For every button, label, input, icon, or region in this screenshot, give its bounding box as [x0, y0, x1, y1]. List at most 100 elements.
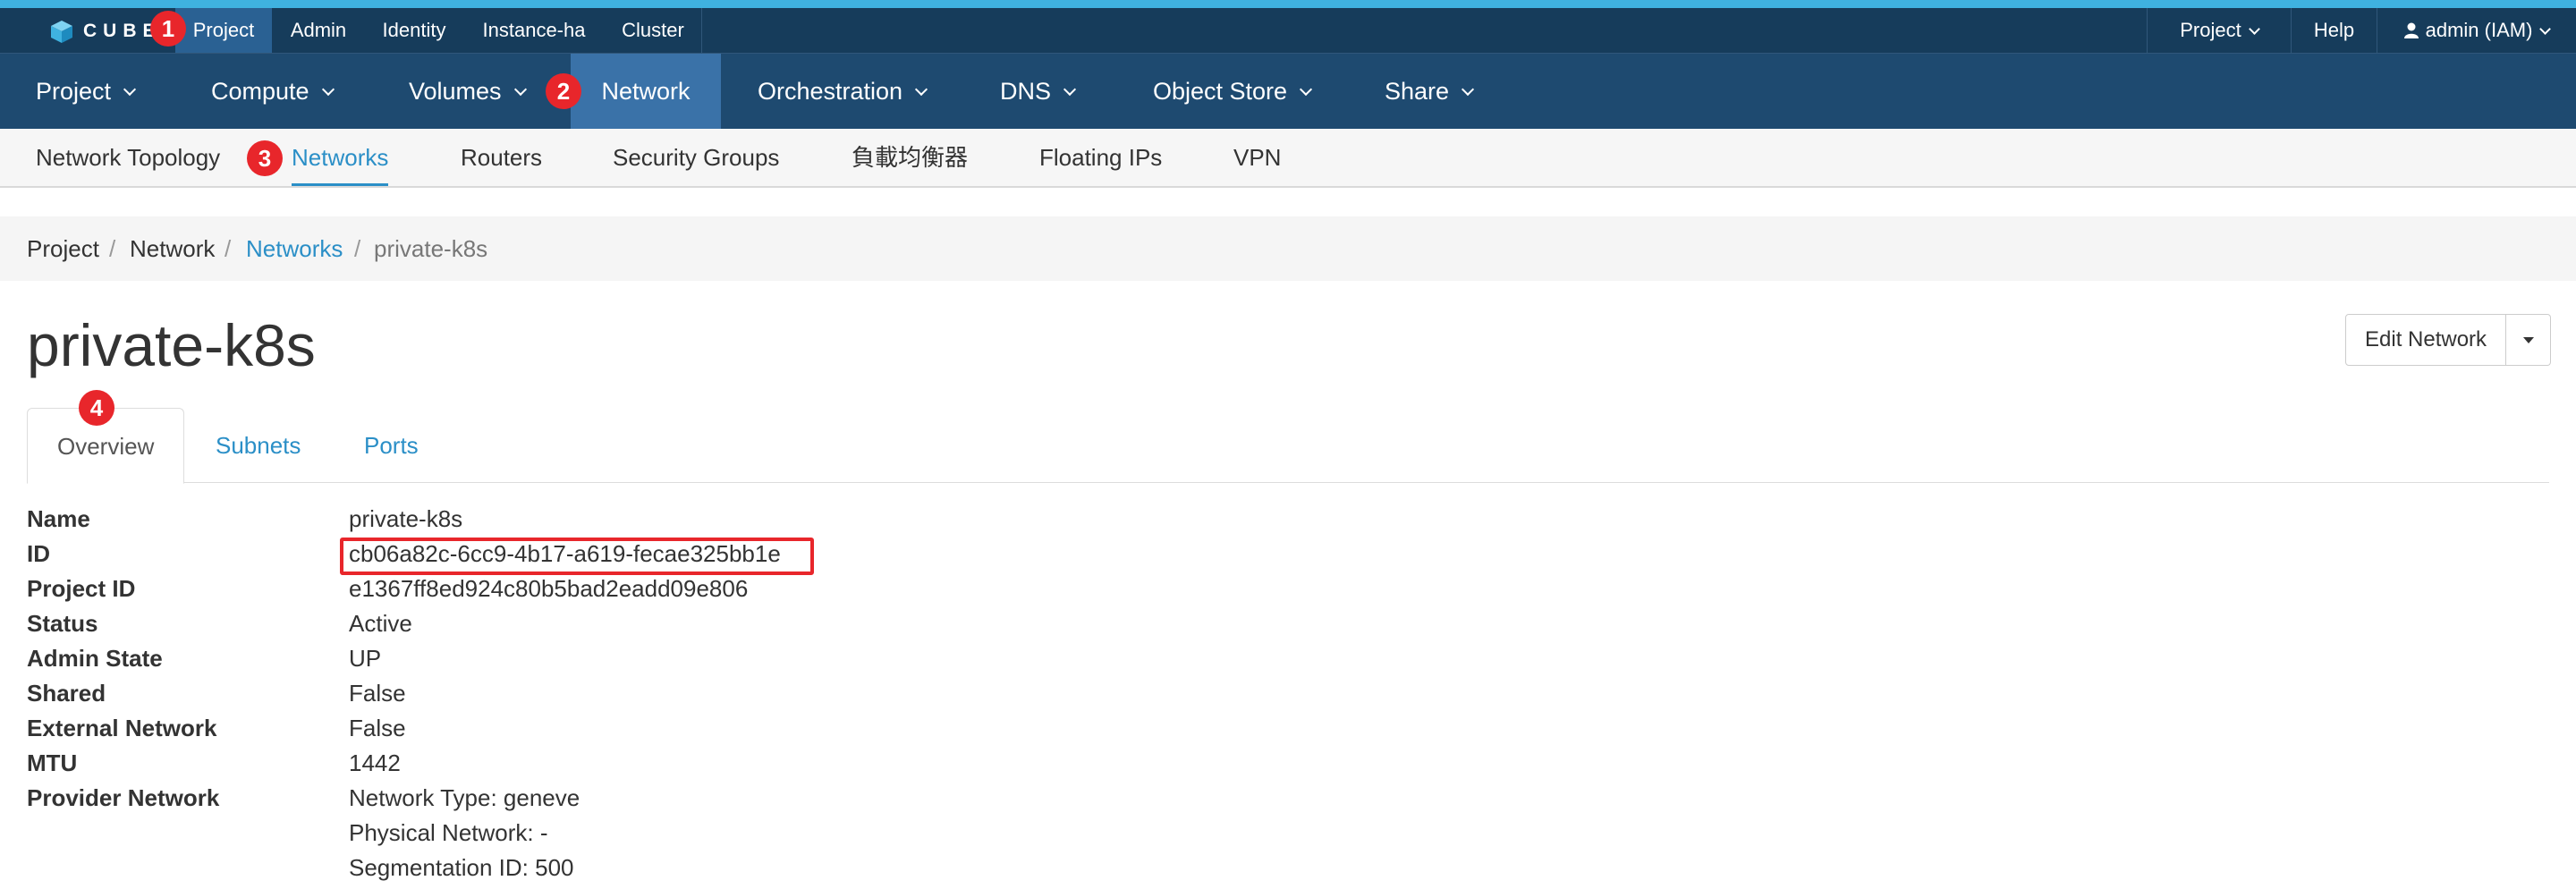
caret-down-icon: [2523, 337, 2535, 343]
detail-value: False: [349, 715, 406, 741]
breadcrumb-separator: /: [354, 235, 361, 262]
detail-value: False: [349, 680, 406, 707]
subnav-networks[interactable]: Networks: [292, 129, 389, 186]
user-icon: [2403, 22, 2419, 38]
nav-compute[interactable]: Compute: [211, 54, 335, 129]
overview-details: Name private-k8s ID cb06a82c-6cc9-4b17-a…: [27, 502, 1100, 885]
edit-network-button[interactable]: Edit Network: [2345, 314, 2507, 366]
step-badge: 2: [546, 73, 581, 109]
top-bar: CUBE Project Admin Identity Instance-ha …: [0, 8, 2576, 54]
detail-key: Project ID: [27, 575, 136, 602]
user-menu-label: admin (IAM): [2425, 19, 2533, 41]
nav-object-store[interactable]: Object Store: [1153, 54, 1313, 129]
chevron-down-icon: [1300, 82, 1313, 97]
tab-ports[interactable]: Ports: [335, 408, 448, 483]
nav-orchestration-label: Orchestration: [758, 78, 903, 105]
chevron-down-icon: [1063, 82, 1077, 97]
nav-volumes[interactable]: Volumes: [409, 54, 527, 129]
chevron-down-icon: [2539, 23, 2552, 35]
detail-key: Admin State: [27, 645, 163, 672]
subnav-load-balancers[interactable]: 負載均衡器: [852, 129, 968, 186]
chevron-down-icon: [123, 82, 137, 97]
nav-share[interactable]: Share: [1385, 54, 1475, 129]
detail-row-provider-network: Provider Network Network Type: geneve: [27, 781, 1100, 816]
step-badge: 4: [79, 390, 114, 426]
nav-orchestration[interactable]: Orchestration: [758, 54, 928, 129]
nav-project-label: Project: [36, 78, 112, 105]
nav-dns-label: DNS: [1000, 78, 1052, 105]
chevron-down-icon: [321, 82, 335, 97]
detail-row-id: ID cb06a82c-6cc9-4b17-a619-fecae325bb1e: [27, 537, 1100, 575]
sub-nav: Network Topology Networks Routers Securi…: [0, 129, 2576, 188]
chevron-down-icon: [915, 82, 928, 97]
detail-value: Physical Network: -: [349, 819, 548, 846]
subnav-vpn[interactable]: VPN: [1233, 129, 1281, 186]
detail-key: ID: [27, 540, 50, 567]
accent-strip: [0, 0, 2576, 8]
detail-value: UP: [349, 645, 382, 672]
subnav-routers[interactable]: Routers: [461, 129, 542, 186]
step-badge: 1: [150, 11, 186, 47]
detail-value: Active: [349, 610, 412, 637]
project-dropdown-label: Project: [2180, 19, 2241, 41]
top-menu-project[interactable]: Project: [175, 8, 272, 53]
main-nav: Project Compute Volumes Network Orchestr…: [0, 54, 2576, 129]
actions-dropdown-toggle[interactable]: [2506, 314, 2552, 366]
nav-object-store-label: Object Store: [1153, 78, 1288, 105]
detail-row-physical-network: Physical Network: -: [27, 816, 1100, 851]
detail-key: External Network: [27, 715, 217, 741]
detail-value: private-k8s: [349, 505, 463, 532]
chevron-down-icon: [2248, 23, 2260, 35]
nav-compute-label: Compute: [211, 78, 309, 105]
breadcrumb-separator: /: [225, 235, 232, 262]
tab-subnets[interactable]: Subnets: [186, 408, 330, 483]
edit-network-button-group: Edit Network: [2345, 314, 2552, 366]
help-link[interactable]: Help: [2292, 8, 2377, 53]
nav-network[interactable]: Network: [571, 54, 721, 129]
top-menu-admin[interactable]: Admin: [272, 8, 365, 53]
detail-key: Provider Network: [27, 784, 220, 811]
detail-row-name: Name private-k8s: [27, 502, 1100, 537]
page-title: private-k8s: [27, 312, 316, 378]
detail-row-mtu: MTU 1442: [27, 746, 1100, 781]
detail-key: Status: [27, 610, 98, 637]
nav-dns[interactable]: DNS: [1000, 54, 1077, 129]
chevron-down-icon: [1461, 82, 1475, 97]
subnav-networks-label: Networks: [292, 144, 389, 171]
top-menu-instance-ha[interactable]: Instance-ha: [463, 8, 605, 53]
breadcrumb-separator: /: [109, 235, 116, 262]
cube-logo-icon: [51, 20, 72, 43]
breadcrumb-project: Project: [27, 235, 99, 262]
nav-project[interactable]: Project: [36, 54, 137, 129]
subnav-security-groups[interactable]: Security Groups: [613, 129, 779, 186]
detail-row-admin-state: Admin State UP: [27, 641, 1100, 676]
detail-row-status: Status Active: [27, 606, 1100, 641]
detail-value: 1442: [349, 749, 401, 776]
detail-key: Name: [27, 505, 90, 532]
detail-value: e1367ff8ed924c80b5bad2eadd09e806: [349, 575, 749, 602]
breadcrumb-network: Network: [130, 235, 216, 262]
detail-value: Network Type: geneve: [349, 784, 580, 811]
detail-row-project-id: Project ID e1367ff8ed924c80b5bad2eadd09e…: [27, 572, 1100, 606]
subnav-floating-ips[interactable]: Floating IPs: [1039, 129, 1162, 186]
nav-volumes-label: Volumes: [409, 78, 502, 105]
active-tab-underline: [292, 183, 389, 186]
breadcrumb-networks[interactable]: Networks: [246, 216, 343, 281]
nav-share-label: Share: [1385, 78, 1450, 105]
detail-row-shared: Shared False: [27, 676, 1100, 711]
detail-tabs: Overview Subnets Ports: [27, 408, 2549, 484]
top-menu-divider: [701, 8, 702, 53]
detail-row-segmentation-id: Segmentation ID: 500: [27, 851, 1100, 885]
top-menu-cluster[interactable]: Cluster: [605, 8, 701, 53]
brand-logo[interactable]: CUBE: [49, 16, 162, 46]
top-menu-identity[interactable]: Identity: [365, 8, 463, 53]
breadcrumb-current: private-k8s: [374, 235, 488, 262]
id-highlight-box: [340, 538, 814, 575]
subnav-network-topology[interactable]: Network Topology: [36, 129, 220, 186]
project-dropdown[interactable]: Project: [2148, 8, 2291, 53]
user-menu[interactable]: admin (IAM): [2377, 8, 2576, 53]
breadcrumb: Project / Network / Networks / private-k…: [0, 216, 2576, 281]
step-badge: 3: [247, 140, 283, 176]
detail-key: Shared: [27, 680, 106, 707]
chevron-down-icon: [513, 82, 527, 97]
